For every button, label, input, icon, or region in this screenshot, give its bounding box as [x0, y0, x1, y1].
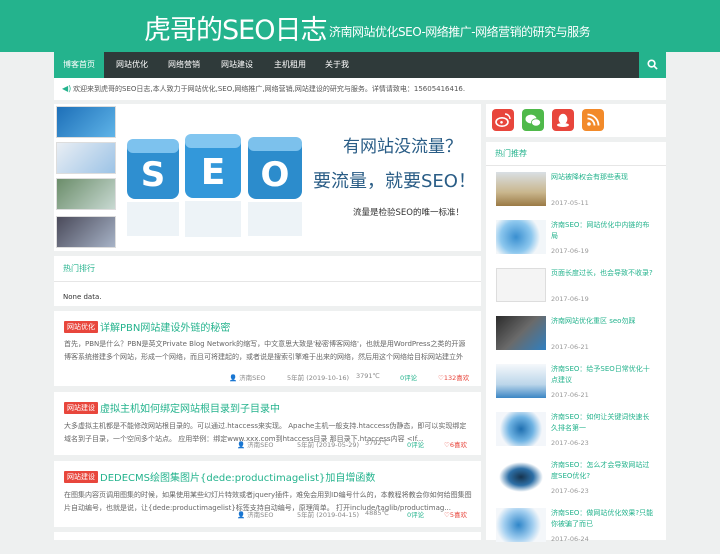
weibo-icon[interactable]: [492, 109, 514, 131]
list-item-title[interactable]: 济南SEO：给予SEO日常优化十点建议: [551, 364, 656, 386]
nav-item-hosting[interactable]: 主机租用: [264, 52, 316, 78]
banner-line-1: 有网站没流量？: [343, 137, 462, 157]
list-item-date: 2017-06-19: [551, 247, 589, 255]
list-item-thumb: [496, 268, 546, 302]
banner-image[interactable]: S E O 有网站没流量？ 要流量，就要SEO！ 流量是检验SEO的唯一标准！: [121, 106, 478, 249]
list-item-date: 2017-06-23: [551, 487, 589, 495]
post-author[interactable]: 👤 济南SEO: [237, 509, 274, 519]
nav-item-home[interactable]: 博客首页: [54, 52, 104, 78]
list-item-thumb: [496, 460, 546, 494]
post-comments[interactable]: 0评论: [400, 372, 417, 382]
list-item-thumb: [496, 172, 546, 206]
post-card: 网站优化 详解PBN网站建设外链的秘密 首先，PBN是什么？PBN是英文Priv…: [54, 311, 481, 386]
social-bar: [486, 104, 666, 137]
list-item[interactable]: 济南网站优化重区 seo勿踩 2017-06-21: [496, 316, 661, 362]
list-item[interactable]: 济南SEO：做网站优化效果?只能你被骗了而已 2017-06-24: [496, 508, 661, 554]
list-item[interactable]: 网站被降权会有那些表现 2017-05-11: [496, 172, 661, 218]
slider-thumb-4[interactable]: [56, 216, 116, 248]
list-item-date: 2017-05-11: [551, 199, 589, 207]
slider-thumb-3[interactable]: [56, 178, 116, 210]
list-item-title[interactable]: 网站被降权会有那些表现: [551, 172, 656, 183]
qq-icon[interactable]: [552, 109, 574, 131]
site-title[interactable]: 虎哥的SEO日志: [144, 8, 327, 47]
nav-item-marketing[interactable]: 网络营销: [158, 52, 210, 78]
post-views: 3791℃: [356, 372, 380, 380]
post-date: 5年前 (2019-04-15): [297, 511, 360, 519]
post-likes[interactable]: ♡5喜欢: [444, 509, 467, 519]
main-nav: 博客首页 网站优化 网络营销 网站建设 主机租用 关于我: [54, 52, 666, 78]
post-date: 5年前 (2019-10-16): [287, 374, 350, 382]
post-likes[interactable]: ♡132喜欢: [438, 372, 469, 382]
list-item-title[interactable]: 济南网站优化重区 seo勿踩: [551, 316, 656, 327]
site-header: 虎哥的SEO日志 济南网站优化SEO-网络推广-网络营销的研究与服务: [0, 0, 720, 52]
banner-line-3: 流量是检验SEO的唯一标准！: [353, 207, 464, 218]
post-tag[interactable]: 网站优化: [64, 321, 98, 333]
list-item-title[interactable]: 页面长度过长，也会导致不收录?: [551, 268, 656, 279]
list-item-title[interactable]: 济南SEO：如何让关键词快速长久排名第一: [551, 412, 656, 434]
rss-icon[interactable]: [582, 109, 604, 131]
banner-line-2: 要流量，就要SEO！: [313, 171, 476, 192]
post-date: 5年前 (2019-05-29): [297, 441, 360, 449]
post-title[interactable]: DEDECMS绘图集图片{dede:productimagelist}加自增函数: [100, 469, 375, 484]
slider-thumb-2[interactable]: [56, 142, 116, 174]
hot-rank-empty: None data.: [63, 293, 102, 301]
slider-thumb-1[interactable]: [56, 106, 116, 138]
list-item-date: 2017-06-24: [551, 535, 589, 543]
hot-rank-heading: 热门排行: [54, 256, 481, 282]
hot-recommend-heading: 热门推荐: [486, 142, 666, 166]
hot-recommend-panel: 热门推荐 网站被降权会有那些表现 2017-05-11 济南SEO：网站优化中内…: [486, 142, 666, 543]
list-item-title[interactable]: 济南SEO：网站优化中内链的布局: [551, 220, 656, 242]
notice-bar: ◀) 欢迎来到虎哥的SEO日志,本人致力于网站优化,SEO,网络推广,网络营销,…: [54, 78, 666, 100]
post-comments[interactable]: 0评论: [407, 509, 424, 519]
site-subtitle: 济南网站优化SEO-网络推广-网络营销的研究与服务: [329, 25, 591, 39]
notice-text: 欢迎来到虎哥的SEO日志,本人致力于网站优化,SEO,网络推广,网络营销,网站建…: [73, 85, 466, 93]
list-item-date: 2017-06-23: [551, 439, 589, 447]
post-card: 网站建设 虚拟主机如何绑定网站根目录到子目录中 大多虚拟主机都是不能修改网站根目…: [54, 392, 481, 455]
list-item[interactable]: 页面长度过长，也会导致不收录? 2017-06-19: [496, 268, 661, 314]
volume-icon: ◀): [62, 84, 72, 93]
list-item-thumb: [496, 316, 546, 350]
slider: S E O 有网站没流量？ 要流量，就要SEO！ 流量是检验SEO的唯一标准！: [54, 104, 481, 251]
search-icon: [647, 59, 658, 70]
list-item-thumb: [496, 508, 546, 542]
hot-rank-panel: 热门排行 None data.: [54, 256, 481, 306]
post-card-partial: [54, 532, 481, 540]
cube-letter-e: E: [201, 152, 226, 193]
list-item-thumb: [496, 412, 546, 446]
list-item[interactable]: 济南SEO：怎么才会导致网站过度SEO优化? 2017-06-23: [496, 460, 661, 506]
post-views: 4885℃: [365, 509, 389, 517]
cube-letter-o: O: [261, 155, 290, 195]
list-item[interactable]: 济南SEO：网站优化中内链的布局 2017-06-19: [496, 220, 661, 266]
post-likes[interactable]: ♡6喜欢: [444, 439, 467, 449]
cube-letter-s: S: [141, 155, 166, 195]
list-item-date: 2017-06-21: [551, 343, 589, 351]
post-comments[interactable]: 0评论: [407, 439, 424, 449]
list-item[interactable]: 济南SEO：如何让关键词快速长久排名第一 2017-06-23: [496, 412, 661, 458]
list-item-thumb: [496, 220, 546, 254]
wechat-icon[interactable]: [522, 109, 544, 131]
post-views: 3792℃: [365, 439, 389, 447]
list-item-title[interactable]: 济南SEO：怎么才会导致网站过度SEO优化?: [551, 460, 656, 482]
post-tag[interactable]: 网站建设: [64, 471, 98, 483]
list-item-date: 2017-06-21: [551, 391, 589, 399]
post-author[interactable]: 👤 济南SEO: [237, 439, 274, 449]
list-item[interactable]: 济南SEO：给予SEO日常优化十点建议 2017-06-21: [496, 364, 661, 410]
nav-item-seo[interactable]: 网站优化: [106, 52, 158, 78]
list-item-date: 2017-06-19: [551, 295, 589, 303]
post-card: 网站建设 DEDECMS绘图集图片{dede:productimagelist}…: [54, 461, 481, 527]
post-title[interactable]: 虚拟主机如何绑定网站根目录到子目录中: [100, 400, 280, 415]
nav-item-about[interactable]: 关于我: [317, 52, 357, 78]
search-button[interactable]: [639, 52, 666, 78]
list-item-title[interactable]: 济南SEO：做网站优化效果?只能你被骗了而已: [551, 508, 656, 530]
list-item-thumb: [496, 364, 546, 398]
post-excerpt: 首先，PBN是什么？PBN是英文Private Blog Network的缩写，…: [64, 340, 466, 361]
nav-item-build[interactable]: 网站建设: [211, 52, 263, 78]
post-author[interactable]: 👤 济南SEO: [229, 372, 266, 382]
post-title[interactable]: 详解PBN网站建设外链的秘密: [100, 319, 230, 334]
post-tag[interactable]: 网站建设: [64, 402, 98, 414]
